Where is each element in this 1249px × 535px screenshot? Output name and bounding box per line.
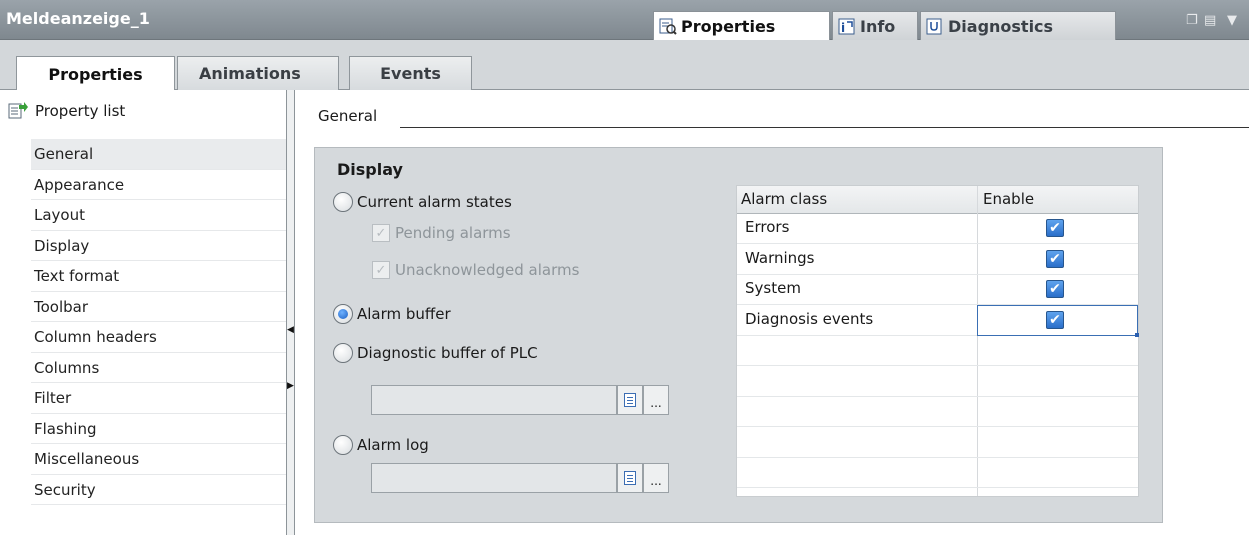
restore-icon[interactable]: ❐	[1186, 13, 1198, 28]
enable-checkbox[interactable]: ✔	[1046, 219, 1064, 237]
table-row-empty	[737, 428, 1138, 458]
column-header-alarm-class[interactable]: Alarm class	[737, 186, 827, 214]
table-row[interactable]: Warnings ✔	[737, 245, 1138, 275]
tab-inspector-properties-label: Properties	[681, 16, 776, 36]
property-nav-list: General Appearance Layout Display Text f…	[31, 139, 286, 505]
collapse-left-arrow-icon[interactable]: ◀	[287, 322, 294, 338]
column-header-enable[interactable]: Enable	[979, 186, 1034, 214]
group-title: Display	[337, 160, 403, 179]
diagnostic-buffer-browse-button[interactable]: ...	[643, 385, 669, 415]
svg-text:i: i	[841, 21, 845, 35]
table-header: Alarm class Enable	[737, 186, 1138, 214]
properties-inspector-icon	[659, 18, 677, 35]
tab-inspector-info-label: Info	[860, 16, 896, 36]
tab-animations[interactable]: Animations	[177, 56, 339, 90]
focused-cell	[977, 305, 1139, 337]
sidebar-item-text-format[interactable]: Text format	[31, 261, 286, 292]
radio-current-alarm-states[interactable]: Current alarm states	[333, 192, 512, 212]
window-title: Meldeanzeige_1	[6, 9, 150, 28]
sidebar-item-security[interactable]: Security	[31, 475, 286, 505]
tab-inspector-properties[interactable]: Properties	[653, 11, 830, 40]
sidebar-item-display[interactable]: Display	[31, 231, 286, 261]
alarm-class-cell: System	[745, 279, 801, 297]
property-list-label: Property list	[35, 102, 126, 120]
radio-circle	[333, 192, 353, 212]
sidebar-item-general[interactable]: General	[31, 139, 286, 170]
tab-inspector-diagnostics-label: Diagnostics	[948, 16, 1054, 36]
sidebar-item-appearance[interactable]: Appearance	[31, 170, 286, 200]
alarm-class-cell: Errors	[745, 218, 790, 236]
sidebar-item-toolbar[interactable]: Toolbar	[31, 292, 286, 322]
table-row-empty	[737, 458, 1138, 489]
tab-inspector-diagnostics[interactable]: Diagnostics	[920, 11, 1116, 40]
inspector-titlebar: Meldeanzeige_1 Properties i Info Diagnos…	[0, 0, 1249, 40]
property-list-icon	[8, 102, 28, 120]
table-row[interactable]: Errors ✔	[737, 214, 1138, 245]
display-group: Display Current alarm states ✓ Pending a…	[314, 147, 1163, 523]
radio-alarm-buffer-label: Alarm buffer	[357, 305, 451, 323]
alarm-log-input[interactable]	[371, 463, 617, 493]
property-list-header: Property list	[8, 102, 125, 120]
table-row[interactable]: System ✔	[737, 275, 1138, 306]
sidebar-item-columns[interactable]: Columns	[31, 353, 286, 383]
radio-alarm-log[interactable]: Alarm log	[333, 435, 429, 455]
radio-alarm-log-label: Alarm log	[357, 436, 429, 454]
expand-right-arrow-icon[interactable]: ▶	[287, 378, 294, 394]
checkbox-unacknowledged-alarms-label: Unacknowledged alarms	[395, 261, 580, 279]
panel-splitter[interactable]: ◀ ▶	[286, 90, 295, 535]
enable-checkbox[interactable]: ✔	[1046, 249, 1064, 268]
radio-circle	[333, 343, 353, 363]
checkbox-box: ✓	[372, 261, 390, 279]
info-icon: i	[838, 18, 856, 35]
checkbox-box: ✓	[372, 224, 390, 242]
menu-icon[interactable]: ▤	[1204, 13, 1216, 28]
sidebar-item-column-headers[interactable]: Column headers	[31, 322, 286, 353]
tab-inspector-info[interactable]: i Info	[832, 11, 918, 40]
tab-events[interactable]: Events	[349, 56, 472, 90]
radio-current-alarm-states-label: Current alarm states	[357, 193, 512, 211]
section-title: General	[318, 107, 378, 125]
main-tabstrip: Properties Animations Events	[0, 40, 1249, 91]
checkbox-pending-alarms-label: Pending alarms	[395, 224, 511, 242]
sidebar-item-layout[interactable]: Layout	[31, 200, 286, 231]
radio-alarm-buffer[interactable]: Alarm buffer	[333, 304, 451, 324]
diagnostic-buffer-input[interactable]	[371, 385, 617, 415]
radio-diagnostic-buffer[interactable]: Diagnostic buffer of PLC	[333, 343, 538, 363]
checkbox-pending-alarms[interactable]: ✓ Pending alarms	[372, 224, 511, 242]
alarm-log-field: ...	[371, 463, 669, 493]
alarm-log-list-button[interactable]	[617, 463, 643, 493]
alarm-log-browse-button[interactable]: ...	[643, 463, 669, 493]
diagnostics-icon	[926, 18, 944, 35]
list-icon	[624, 471, 636, 485]
chevron-down-icon[interactable]: ▼	[1227, 13, 1237, 28]
sidebar-item-miscellaneous[interactable]: Miscellaneous	[31, 444, 286, 475]
enable-checkbox[interactable]: ✔	[1046, 280, 1064, 298]
tab-properties[interactable]: Properties	[16, 56, 175, 91]
radio-circle-selected	[333, 304, 353, 324]
alarm-class-cell: Warnings	[745, 248, 815, 267]
sidebar-item-filter[interactable]: Filter	[31, 383, 286, 414]
property-content: General Display Current alarm states ✓ P…	[296, 90, 1249, 535]
table-row-empty	[737, 367, 1138, 397]
radio-diagnostic-buffer-label: Diagnostic buffer of PLC	[357, 344, 538, 362]
alarm-class-table: Alarm class Enable Errors ✔ Warnings ✔ S…	[736, 185, 1139, 497]
table-row-empty	[737, 397, 1138, 428]
checkbox-unacknowledged-alarms[interactable]: ✓ Unacknowledged alarms	[372, 261, 579, 279]
diagnostic-buffer-field: ...	[371, 385, 669, 415]
section-divider	[400, 127, 1249, 128]
alarm-class-cell: Diagnosis events	[745, 309, 874, 328]
table-row-empty	[737, 336, 1138, 367]
diagnostic-buffer-list-button[interactable]	[617, 385, 643, 415]
sidebar-item-flashing[interactable]: Flashing	[31, 414, 286, 444]
list-icon	[624, 393, 636, 407]
radio-circle	[333, 435, 353, 455]
property-list-panel: Property list General Appearance Layout …	[0, 90, 286, 535]
